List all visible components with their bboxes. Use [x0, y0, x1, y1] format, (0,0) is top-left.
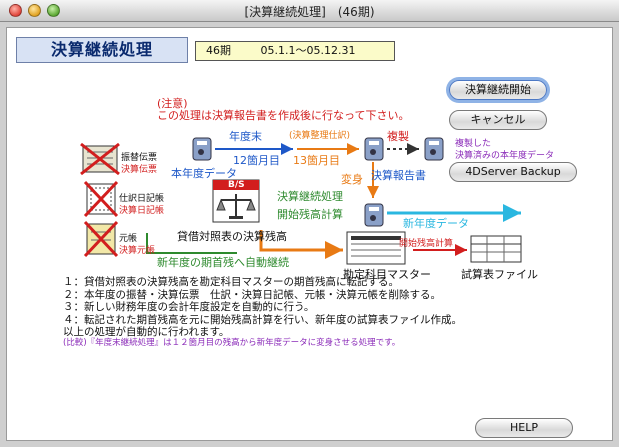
trial-balance-icon [470, 235, 522, 263]
label-copied-note-2: 決算済みの本年度データ [455, 151, 555, 161]
label-copy: 複製 [387, 130, 409, 143]
label-bs-icon: B/S [228, 180, 245, 190]
label-continue-proc: 決算継続処理 [277, 190, 343, 203]
label-opening-calc: 開始残高計算 [277, 208, 343, 221]
label-report: 決算報告書 [371, 169, 426, 182]
footnote: (比較)『年度末継続処理』は１２箇月目の残高から新年度データに変身させる処理です… [63, 338, 401, 348]
note-3: ３：新しい財務年度の会計年度設定を自動的に行う。 [63, 301, 315, 313]
flow-diagram [80, 137, 522, 265]
process-notes: １：貸借対照表の決算残高を勘定科目マスターの期首残高に転記する。 ２：本年度の振… [63, 276, 462, 339]
label-settlement-journal: 決算日記帳 [119, 206, 165, 216]
database-icon-this-year [192, 137, 212, 161]
account-master-icon [346, 231, 406, 265]
database-icon-month13 [364, 137, 384, 161]
label-new-year-data: 新年度データ [403, 217, 469, 230]
label-year-end: 年度末 [229, 130, 262, 143]
label-this-year-data: 本年度データ [171, 167, 237, 180]
database-icon-new-year [364, 203, 384, 227]
label-settlement-slip: 決算伝票 [121, 165, 158, 175]
label-bs-balance: 貸借対照表の決算残高 [177, 230, 287, 243]
note-1: １：貸借対照表の決算残高を勘定科目マスターの期首残高に転記する。 [63, 276, 399, 288]
note-2: ２：本年度の振替・決算伝票 仕訳・決算日記帳、元帳・決算元帳を削除する。 [63, 288, 441, 301]
journal-icon [83, 180, 119, 218]
title-bar: [決算継続処理] (46期) [0, 0, 619, 22]
label-month12: 12箇月目 [233, 154, 280, 167]
ledger-icon [83, 220, 119, 258]
database-icon-copied [424, 137, 444, 161]
label-month13: 13箇月目 [293, 154, 340, 167]
label-trial-file: 試算表ファイル [461, 268, 538, 281]
label-settlement-adj: (決算整理仕訳) [289, 131, 351, 141]
window-title: [決算継続処理] (46期) [244, 5, 375, 19]
label-transform: 変身 [341, 173, 363, 186]
main-panel: 決算継続処理 46期 05.1.1～05.12.31 決算継続開始 キャンセル … [6, 27, 613, 441]
label-settlement-ledger: 決算元帳 [119, 246, 156, 256]
transfer-slip-icon [80, 142, 120, 176]
note-4: ４：転記された期首残高を元に開始残高計算を行い、新年度の試算表ファイル作成。 [63, 313, 462, 326]
label-auto-continue: 新年度の期首残へ自動継続 [157, 256, 289, 269]
label-opening-calc-small: 開始残高計算 [399, 239, 454, 249]
